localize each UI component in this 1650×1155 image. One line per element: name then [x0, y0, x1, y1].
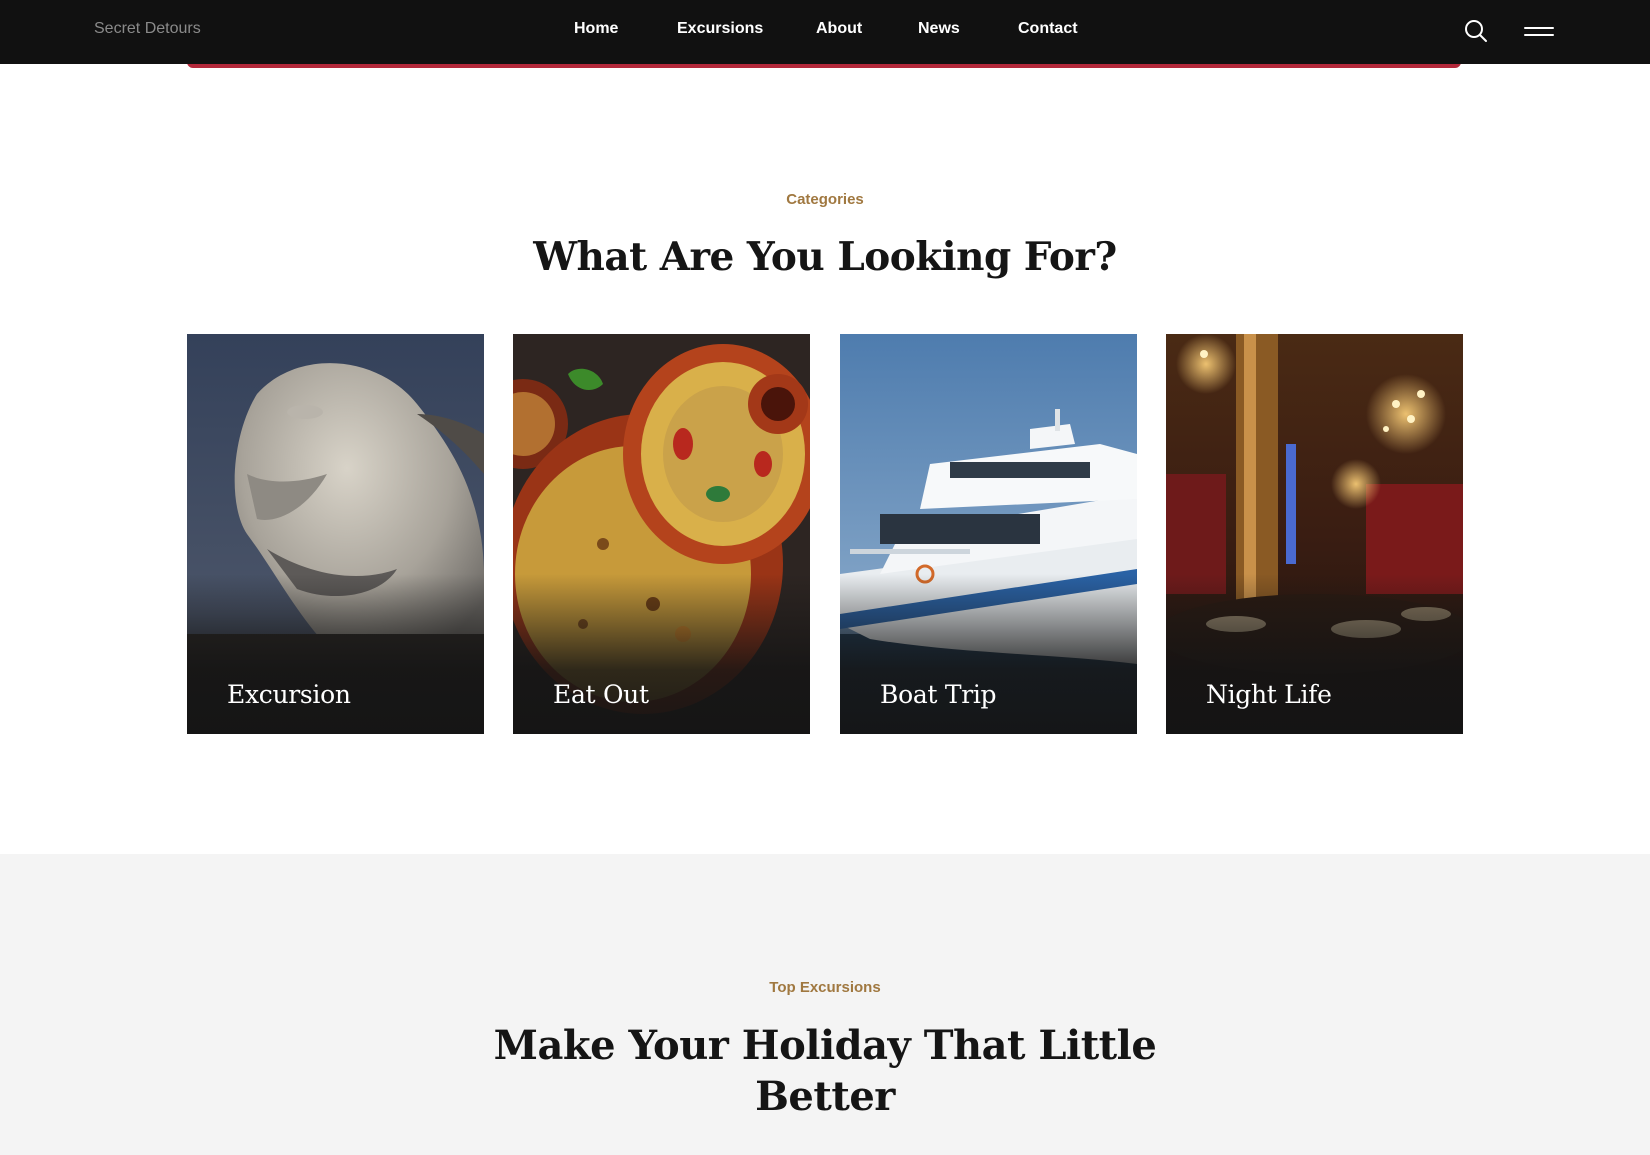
top-excursions-heading-line1: Make Your Holiday That Little [493, 1022, 1157, 1069]
hamburger-menu-button[interactable] [1524, 22, 1556, 42]
categories-kicker: Categories [786, 191, 864, 208]
hamburger-menu-icon [1524, 27, 1554, 29]
category-card-excursion[interactable]: Excursion [187, 334, 484, 734]
top-excursions-kicker: Top Excursions [769, 979, 881, 996]
category-card-eat-out[interactable]: Eat Out [513, 334, 810, 734]
category-label-boat-trip: Boat Trip [880, 680, 997, 709]
category-card-boat-trip[interactable]: Boat Trip [840, 334, 1137, 734]
nav-link-home[interactable]: Home [574, 20, 618, 38]
categories-heading: What Are You Looking For? [533, 234, 1117, 280]
category-label-night-life: Night Life [1206, 680, 1332, 709]
category-label-eat-out: Eat Out [553, 680, 649, 709]
nav-link-about[interactable]: About [816, 20, 862, 38]
search-button[interactable] [1463, 18, 1489, 44]
nav-link-excursions[interactable]: Excursions [677, 20, 763, 38]
nav-link-news[interactable]: News [918, 20, 960, 38]
search-icon [1465, 20, 1487, 42]
category-card-night-life[interactable]: Night Life [1166, 334, 1463, 734]
main-nav: Home Excursions About News Contact [0, 20, 1650, 44]
nav-link-contact[interactable]: Contact [1018, 20, 1078, 38]
category-label-excursion: Excursion [227, 680, 351, 709]
top-excursions-heading-line2: Better [755, 1073, 895, 1120]
top-excursions-heading: Make Your Holiday That Little Better [0, 1020, 1650, 1122]
top-navigation-bar: Secret Detours Home Excursions About New… [0, 0, 1650, 64]
